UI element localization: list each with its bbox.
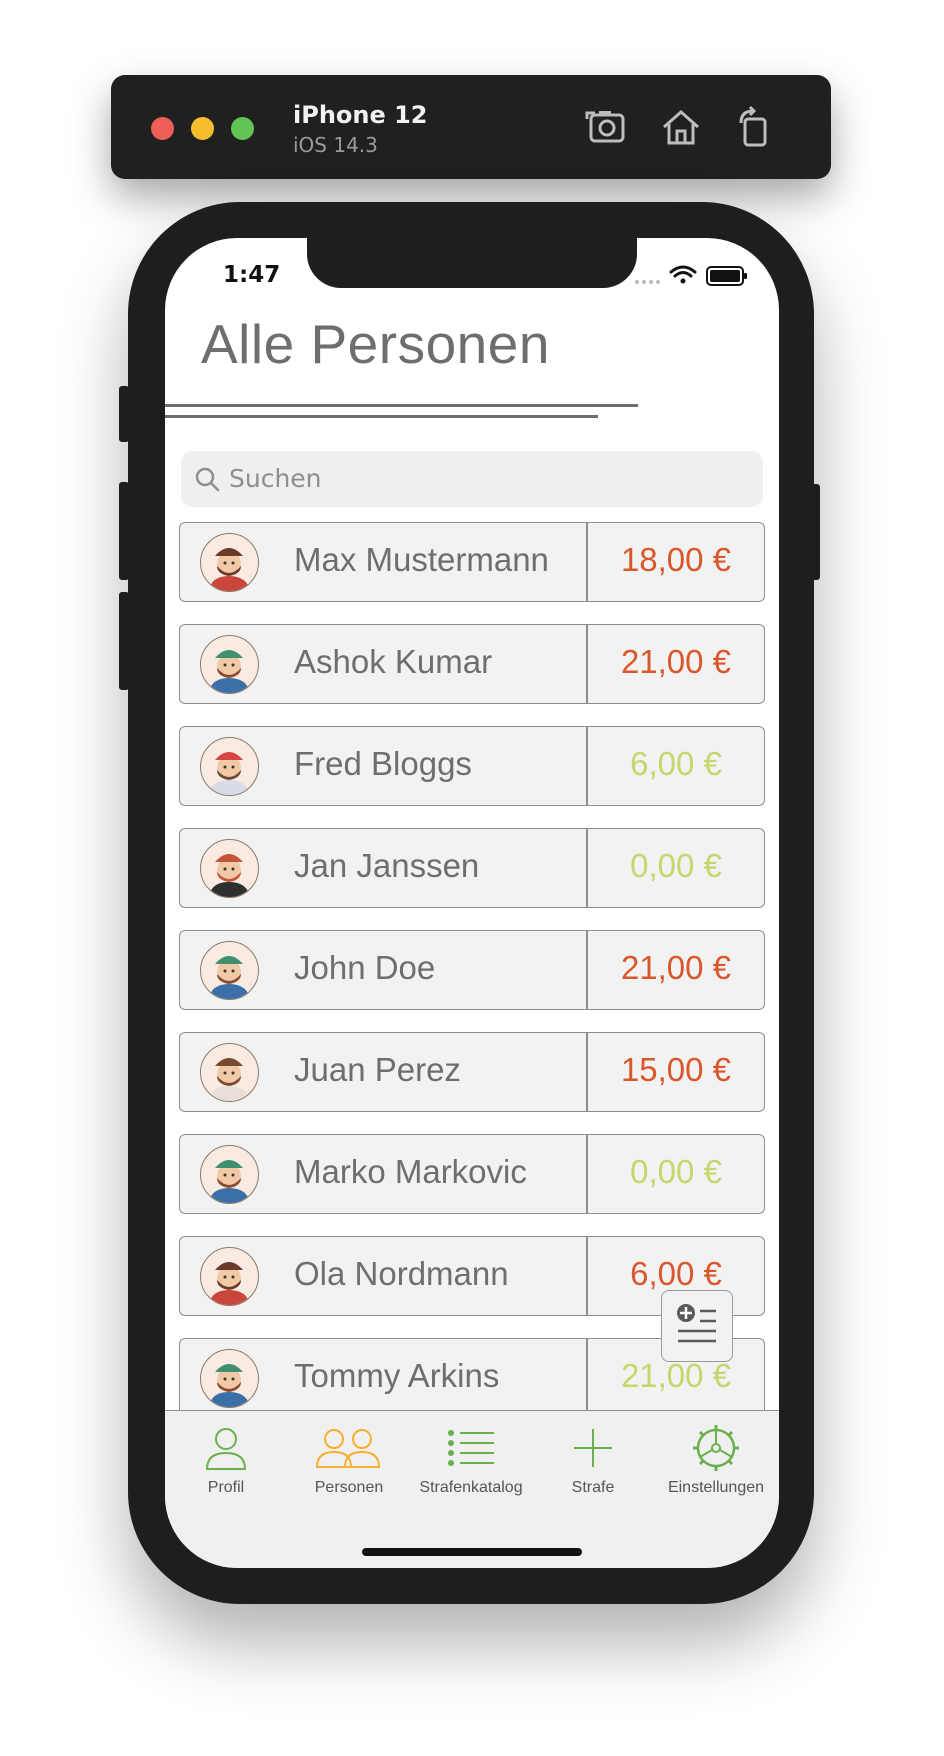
wifi-icon [669,265,697,284]
plus-icon [574,1429,612,1467]
avatar [200,1349,259,1408]
green-cap-avatar-icon [209,1364,250,1407]
avatar [200,533,259,592]
top-hat-avatar-icon [209,548,250,591]
cellular-signal-icon [635,280,660,284]
notch [307,238,637,288]
home-indicator[interactable] [362,1548,582,1556]
tab-strafenkatalog[interactable]: Strafenkatalog [410,1423,532,1513]
zoom-window-button[interactable] [231,117,254,140]
title-underline [165,404,638,407]
list-icon [448,1430,494,1466]
person-amount: 21,00 € [620,949,732,986]
person-amount: 0,00 € [630,1153,722,1190]
tab-profil[interactable]: Profil [165,1423,287,1513]
avatar [200,1145,259,1204]
person-name: John Doe [294,949,436,986]
person-icon [205,1428,247,1470]
tab-label: Personen [314,1479,384,1496]
person-amount: 15,00 € [620,1051,732,1088]
battery-icon [706,266,747,286]
person-amount: 21,00 € [620,643,732,680]
os-version: iOS 14.3 [293,133,378,157]
person-name: Max Mustermann [294,541,549,578]
person-row[interactable]: Ashok Kumar 21,00 € [179,624,765,704]
santa-hat-avatar-icon [209,752,250,795]
avatar [200,737,259,796]
person-name: Ola Nordmann [294,1255,509,1292]
tab-label: Einstellungen [667,1479,765,1496]
tab-label: Profil [207,1479,245,1496]
tab-strafe[interactable]: Strafe [532,1423,654,1513]
minimize-window-button[interactable] [191,117,214,140]
green-cap-avatar-icon [209,650,250,693]
person-row[interactable]: Marko Markovic 0,00 € [179,1134,765,1214]
person-amount: 6,00 € [630,1255,722,1292]
gear-icon [693,1425,739,1471]
search-input[interactable]: Suchen [229,464,322,493]
close-window-button[interactable] [151,117,174,140]
mute-switch [119,386,129,442]
person-name: Juan Perez [294,1051,461,1088]
page-title: Alle Personen [201,313,550,375]
person-name: Fred Bloggs [294,745,472,782]
person-name: Ashok Kumar [294,643,493,680]
add-fine-button[interactable] [661,1290,733,1362]
person-name: Marko Markovic [294,1153,527,1190]
person-amount: 0,00 € [630,847,722,884]
volume-up-button [119,482,129,580]
avatar [200,1247,259,1306]
search-bar[interactable]: Suchen [181,451,763,507]
red-hair-avatar-icon [209,854,250,897]
avatar [200,635,259,694]
avatar [200,941,259,1000]
tab-personen[interactable]: Personen [288,1423,410,1513]
simulator-toolbar: iPhone 12 iOS 14.3 [111,75,831,179]
people-icon [315,1429,381,1468]
tab-einstellungen[interactable]: Einstellungen [655,1423,777,1513]
green-cap-avatar-icon [209,956,250,999]
status-icons [635,265,747,286]
person-amount: 18,00 € [620,541,732,578]
title-underline-secondary [165,415,598,418]
power-button [810,484,820,580]
person-amount: 6,00 € [630,745,722,782]
tab-label: Strafenkatalog [419,1479,523,1496]
person-row[interactable]: Juan Perez 15,00 € [179,1032,765,1112]
person-row[interactable]: Jan Janssen 0,00 € [179,828,765,908]
avatar [200,1043,259,1102]
device-name: iPhone 12 [293,101,428,129]
tab-label: Strafe [571,1479,615,1496]
person-row[interactable]: Fred Bloggs 6,00 € [179,726,765,806]
person-name: Jan Janssen [294,847,480,884]
tab-bar: Profil Personen Strafenkatalog Strafe Ei… [165,1410,779,1568]
top-hat-avatar-icon [209,1262,250,1305]
person-name: Tommy Arkins [294,1357,500,1394]
rotate-icon[interactable] [731,105,777,149]
volume-down-button [119,592,129,690]
glasses-avatar-icon [209,1058,250,1101]
people-list[interactable]: Max Mustermann 18,00 € Ashok Kumar 21,00 € F… [179,522,765,1412]
status-time: 1:47 [223,262,281,288]
search-icon [195,467,220,492]
add-to-list-icon [677,1304,716,1343]
phone-screen: 1:47 Alle Personen Suchen Max Mustermann… [165,238,779,1568]
screenshot-icon[interactable] [583,105,629,149]
person-row[interactable]: Max Mustermann 18,00 € [179,522,765,602]
person-row[interactable]: John Doe 21,00 € [179,930,765,1010]
avatar [200,839,259,898]
green-cap-avatar-icon [209,1160,250,1203]
home-icon[interactable] [658,105,704,149]
